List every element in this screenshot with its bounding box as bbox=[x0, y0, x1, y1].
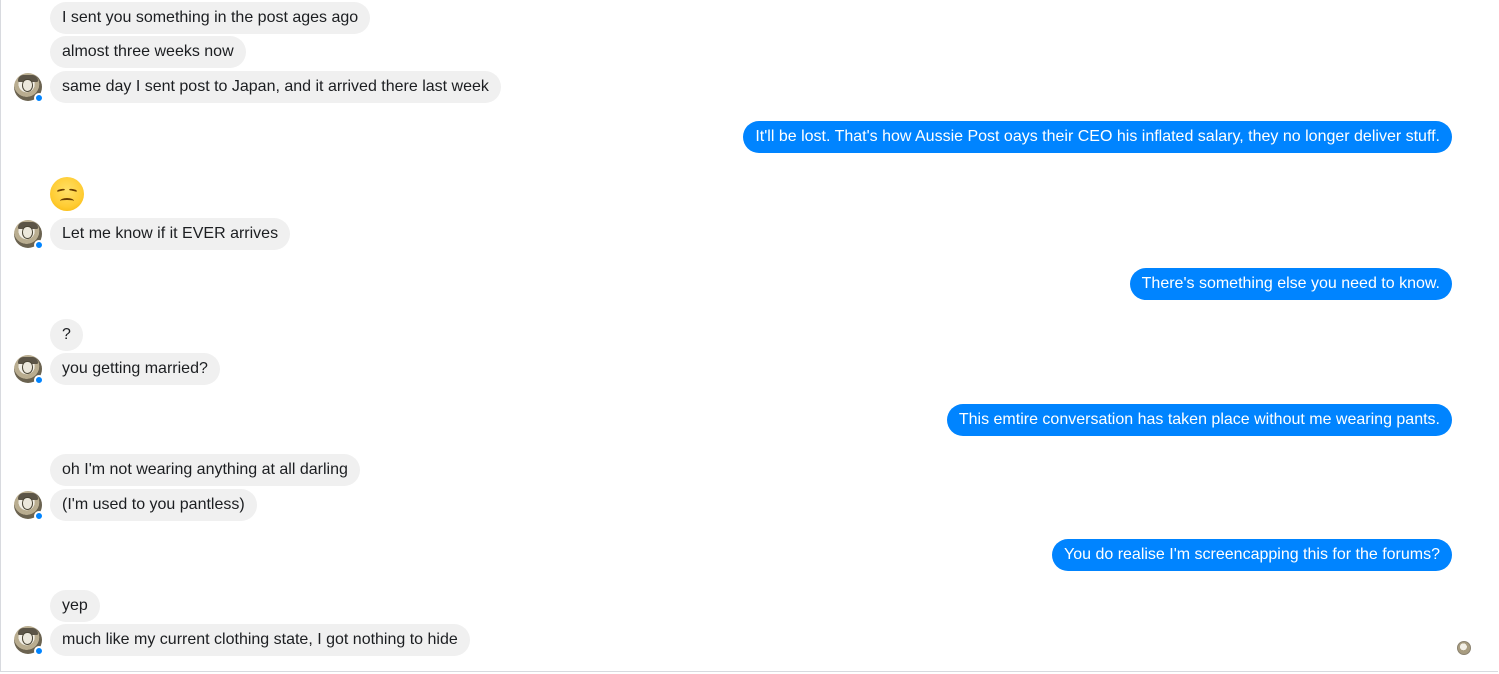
outgoing-message[interactable]: There's something else you need to know. bbox=[1129, 268, 1452, 300]
chat-window: I sent you something in the post ages ag… bbox=[0, 0, 1498, 672]
disappointed-face-emoji-icon[interactable] bbox=[50, 177, 84, 211]
incoming-message[interactable]: ? bbox=[50, 319, 83, 351]
outgoing-message[interactable]: You do realise I'm screencapping this fo… bbox=[1052, 539, 1452, 571]
contact-avatar[interactable] bbox=[14, 626, 44, 656]
contact-avatar[interactable] bbox=[14, 73, 44, 103]
incoming-message[interactable]: much like my current clothing state, I g… bbox=[50, 624, 470, 656]
contact-avatar[interactable] bbox=[14, 491, 44, 521]
messenger-badge-icon bbox=[34, 646, 44, 656]
contact-avatar[interactable] bbox=[14, 355, 44, 385]
contact-avatar[interactable] bbox=[14, 220, 44, 250]
incoming-message[interactable]: yep bbox=[50, 590, 100, 622]
incoming-message[interactable]: same day I sent post to Japan, and it ar… bbox=[50, 71, 501, 103]
avatar-face-shape bbox=[22, 226, 33, 239]
avatar-face-shape bbox=[22, 632, 33, 645]
messenger-badge-icon bbox=[34, 511, 44, 521]
emoji-mouth bbox=[60, 198, 74, 204]
incoming-message[interactable]: (I'm used to you pantless) bbox=[50, 489, 257, 521]
incoming-message[interactable]: Let me know if it EVER arrives bbox=[50, 218, 291, 250]
outgoing-message[interactable]: This emtire conversation has taken place… bbox=[946, 404, 1452, 436]
avatar-face-shape bbox=[22, 497, 33, 510]
outgoing-message[interactable]: It'll be lost. That's how Aussie Post oa… bbox=[743, 121, 1452, 153]
incoming-message[interactable]: I sent you something in the post ages ag… bbox=[50, 2, 371, 34]
avatar-face-shape bbox=[22, 361, 33, 374]
incoming-message[interactable]: oh I'm not wearing anything at all darli… bbox=[50, 454, 360, 486]
incoming-message[interactable]: almost three weeks now bbox=[50, 36, 246, 68]
incoming-message[interactable]: you getting married? bbox=[50, 353, 220, 385]
messenger-badge-icon bbox=[34, 240, 44, 250]
messenger-badge-icon bbox=[34, 375, 44, 385]
emoji-eye bbox=[56, 188, 66, 193]
emoji-eye bbox=[68, 188, 78, 193]
avatar-face-shape bbox=[22, 79, 33, 92]
read-receipt-avatar-icon bbox=[1457, 641, 1471, 655]
messenger-badge-icon bbox=[34, 93, 44, 103]
